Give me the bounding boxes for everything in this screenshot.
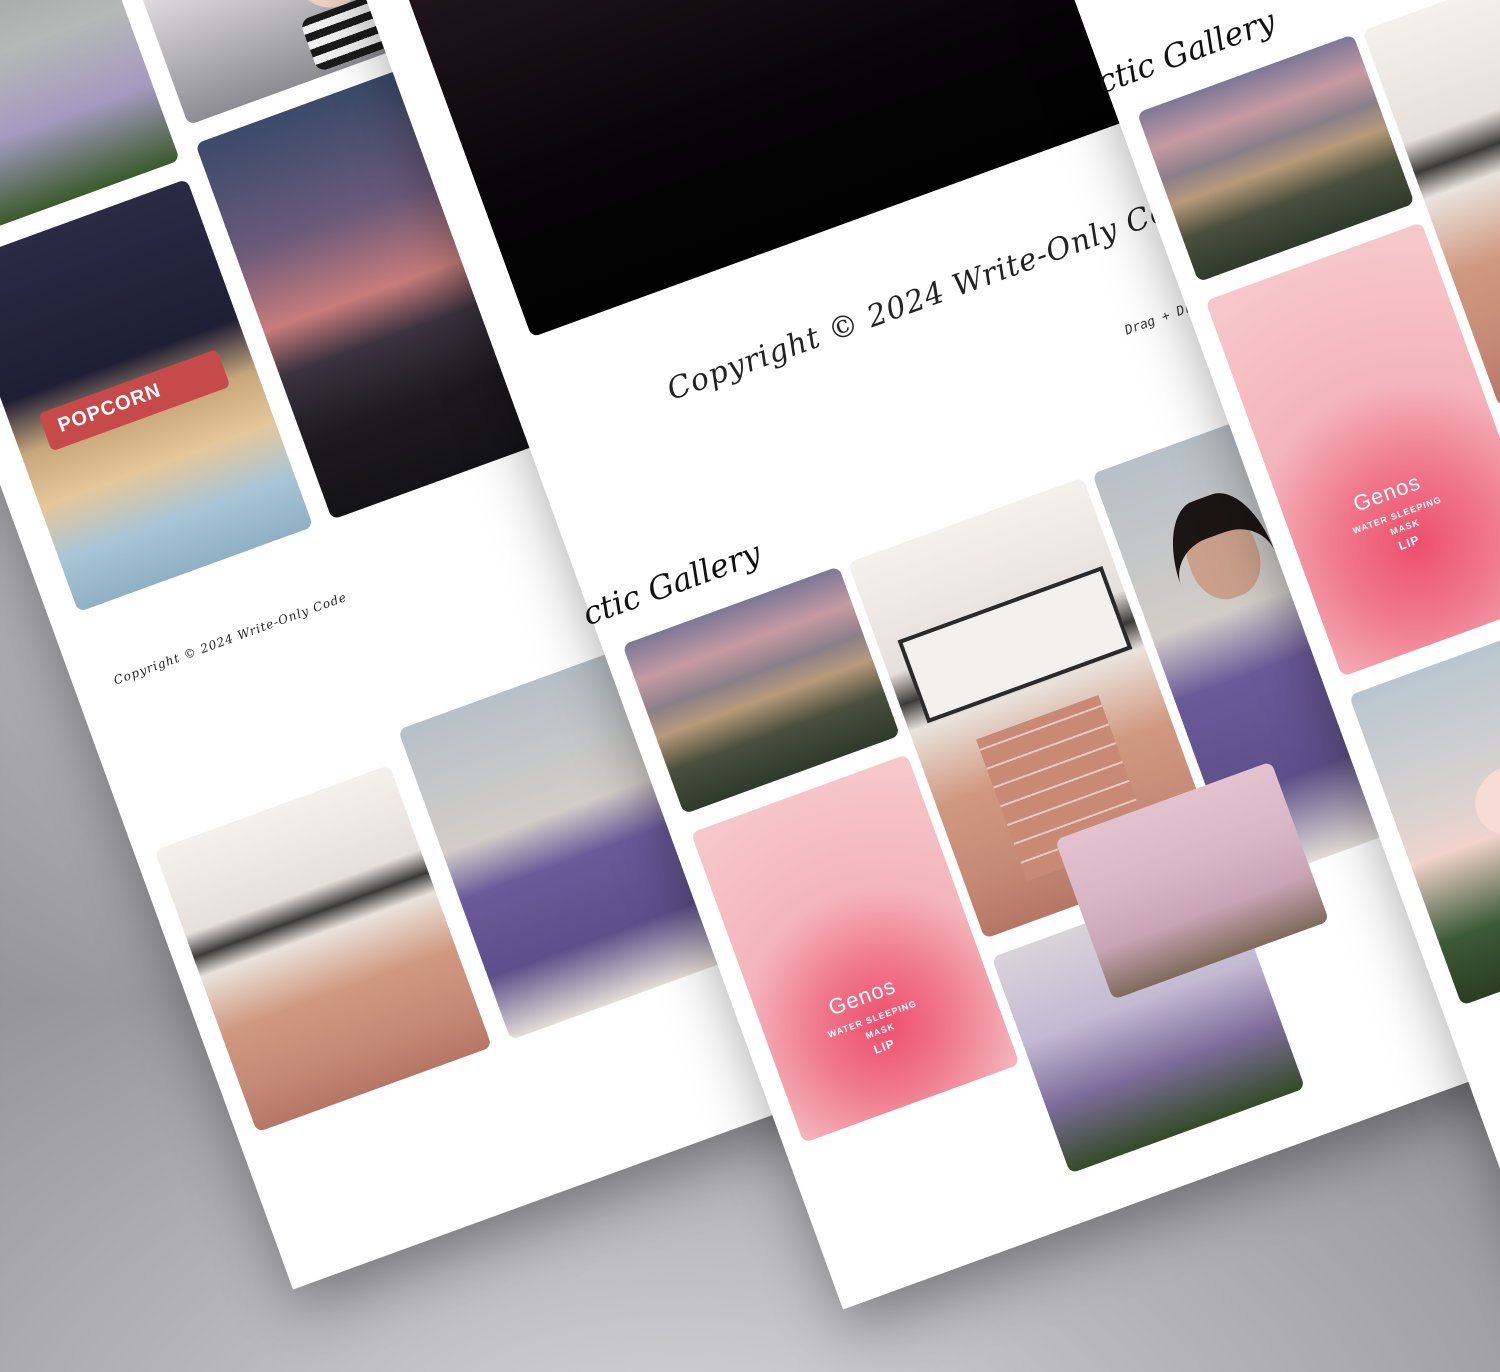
night-sea-photo[interactable] [367, 0, 1134, 338]
rose-bloom-shape [1465, 753, 1500, 847]
product-line3: LIP [871, 1036, 897, 1057]
mockup-stage: POPCORN Copyright © 2024 Write-Only Code… [0, 0, 1500, 1370]
product-line3: LIP [1396, 532, 1422, 553]
copyright-text-small: Copyright © 2024 Write-Only Code [111, 589, 349, 688]
